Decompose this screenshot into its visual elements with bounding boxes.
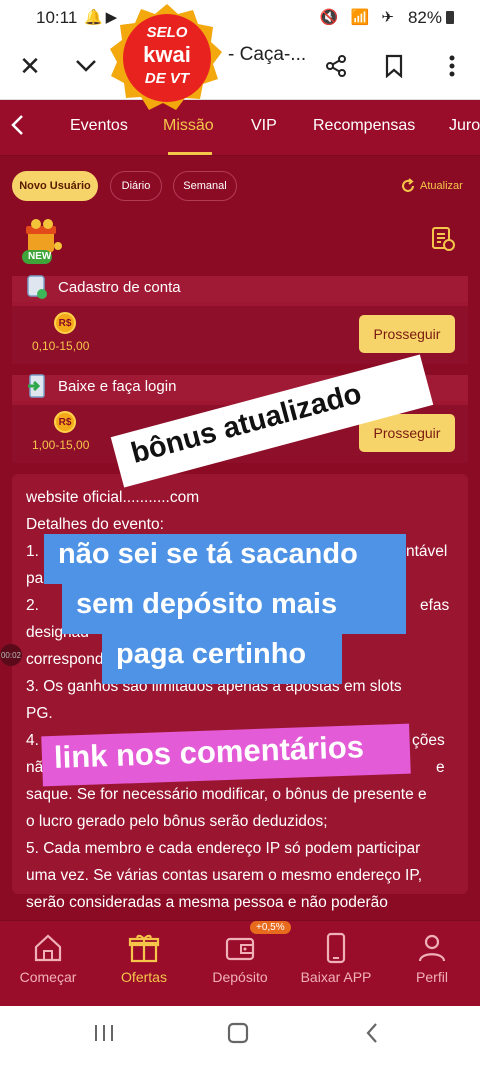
- bookmark-icon[interactable]: [376, 48, 412, 84]
- recent-apps-icon[interactable]: [92, 1022, 116, 1050]
- top-tabs: Eventos Missão VIP Recompensas Juro: [0, 100, 480, 156]
- details-line: ntável: [406, 543, 448, 560]
- deposit-bonus-badge: +0,5%: [250, 921, 291, 934]
- refresh-icon: [402, 178, 414, 192]
- nav-ofertas[interactable]: Ofertas: [96, 931, 192, 985]
- tab-recompensas[interactable]: Recompensas: [313, 117, 415, 135]
- details-line: e: [436, 759, 445, 776]
- badge-line2: kwai: [143, 42, 191, 67]
- status-bar: 10:11 🔔▶ 🔇 📶 ✈ 82%: [0, 0, 480, 34]
- nav-comecar[interactable]: Começar: [0, 931, 96, 985]
- nav-label: Perfil: [416, 969, 448, 985]
- connectivity-icons: 🔇 📶 ✈: [319, 9, 398, 26]
- details-line: uma vez. Se várias contas usarem o mesmo…: [26, 867, 423, 884]
- badge-line3: DE VT: [144, 70, 190, 87]
- details-line: 4.: [26, 732, 39, 749]
- user-icon: [418, 934, 446, 962]
- details-line: efas: [420, 597, 450, 614]
- account-icon: [26, 274, 48, 300]
- phone-icon: [326, 932, 346, 964]
- page-title: - Caça-...: [228, 44, 307, 65]
- caption-line1: não sei se tá sacando: [44, 534, 406, 584]
- browser-toolbar: ✕ - Caça-...: [0, 34, 480, 100]
- video-timestamp: 00:02: [0, 644, 22, 666]
- new-label: NEW: [28, 251, 52, 262]
- details-line: pa: [26, 570, 44, 587]
- home-button-icon[interactable]: [226, 1022, 250, 1051]
- back-button-icon[interactable]: [364, 1022, 380, 1051]
- details-line: nã: [26, 759, 44, 776]
- more-options-icon[interactable]: [434, 48, 470, 84]
- task-reward: 1,00-15,00: [32, 438, 90, 452]
- close-icon[interactable]: ✕: [12, 48, 48, 84]
- back-arrow-icon[interactable]: [10, 114, 24, 143]
- badge-line1: SELO: [146, 24, 188, 41]
- nav-label: Ofertas: [121, 969, 167, 985]
- caption-line3: paga certinho: [102, 634, 342, 684]
- details-line: ções: [412, 732, 445, 749]
- caption-line2: sem depósito mais: [62, 584, 406, 634]
- chip-diario[interactable]: Diário: [110, 171, 162, 201]
- details-line: PG.: [26, 705, 53, 722]
- task-card: Cadastro de conta R$ 0,10-15,00 Prossegu…: [12, 274, 468, 364]
- task-reward: 0,10-15,00: [32, 339, 90, 353]
- chip-novo-usuario[interactable]: Novo Usuário: [12, 171, 98, 201]
- status-time: 10:11: [36, 8, 78, 27]
- nav-label: Depósito: [212, 969, 268, 985]
- download-login-icon: [26, 373, 48, 399]
- nav-baixar-app[interactable]: Baixar APP: [288, 931, 384, 985]
- refresh-label: Atualizar: [420, 180, 463, 192]
- coin-icon: R$: [54, 312, 76, 334]
- records-icon[interactable]: [430, 226, 456, 252]
- details-line: website oficial...........com: [26, 489, 200, 506]
- nav-deposito[interactable]: Depósito: [192, 931, 288, 985]
- tab-missao[interactable]: Missão: [163, 117, 214, 135]
- details-line: serão consideradas a mesma pessoa e não …: [26, 894, 388, 911]
- tab-vip[interactable]: VIP: [251, 117, 277, 135]
- tab-eventos[interactable]: Eventos: [70, 117, 128, 135]
- details-line: o lucro gerado pelo bônus serão deduzido…: [26, 813, 328, 830]
- chip-semanal[interactable]: Semanal: [173, 171, 237, 201]
- details-line: 1.: [26, 543, 39, 560]
- new-user-gift-icon: NEW: [18, 216, 66, 266]
- coin-icon: R$: [54, 411, 76, 433]
- details-line: saque. Se for necessário modificar, o bô…: [26, 786, 427, 803]
- chevron-down-icon[interactable]: [68, 48, 104, 84]
- details-line: 5. Cada membro e cada endereço IP só pod…: [26, 840, 421, 857]
- tab-juro[interactable]: Juro: [449, 117, 480, 135]
- kwai-seal-badge: SELO kwai DE VT: [108, 2, 226, 116]
- proceed-button[interactable]: Prosseguir: [359, 315, 455, 353]
- task-title: Cadastro de conta: [58, 279, 181, 296]
- share-icon[interactable]: [318, 48, 354, 84]
- nav-perfil[interactable]: Perfil: [384, 931, 480, 985]
- refresh-button[interactable]: Atualizar: [400, 178, 463, 194]
- details-line: 2.: [26, 597, 39, 614]
- system-nav-bar: [0, 1006, 480, 1066]
- gift-icon: [128, 934, 160, 963]
- details-line: correspond: [26, 651, 104, 668]
- task-title: Baixe e faça login: [58, 378, 177, 395]
- tab-active-indicator: [168, 152, 212, 155]
- battery-percent: 82%: [407, 8, 442, 27]
- nav-label: Começar: [19, 969, 77, 985]
- bottom-nav: Começar Ofertas Depósito +0,5% Baixar AP…: [0, 920, 480, 1006]
- battery-icon: [446, 11, 454, 24]
- nav-label: Baixar APP: [300, 969, 372, 985]
- wallet-icon: [225, 937, 255, 961]
- home-icon: [34, 934, 62, 962]
